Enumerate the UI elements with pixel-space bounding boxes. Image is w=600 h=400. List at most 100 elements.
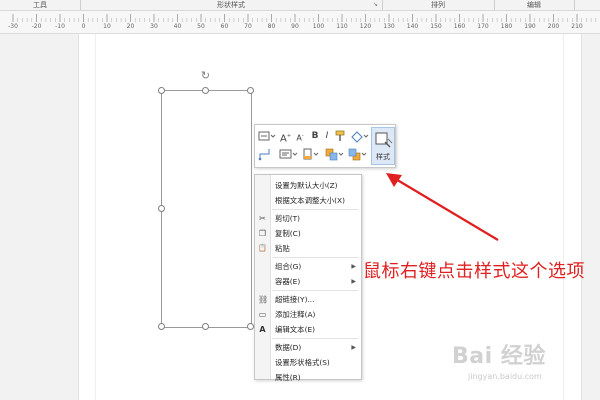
horizontal-ruler[interactable]: -30 -20 -10 0 10 20 30 40 50 60 70 80 90 100 110 120 130… xyxy=(0,11,600,34)
ruler-tick-label: 120 xyxy=(359,23,372,30)
ruler-tick-label: 90 xyxy=(291,23,299,30)
context-menu-item[interactable]: A 编辑文本(E) xyxy=(255,322,361,337)
ruler-tick-label: 200 xyxy=(547,23,560,30)
fill-button[interactable] xyxy=(302,147,322,161)
ruler-tick-label: 110 xyxy=(336,23,348,30)
ruler-tick-label: 40 xyxy=(173,23,182,30)
context-menu-item-label: 编辑文本(E) xyxy=(275,325,315,334)
ruler-tick-label: 190 xyxy=(524,23,536,30)
context-menu-item-label: 设置为默认大小(Z) xyxy=(275,181,338,190)
dialog-launcher-icon[interactable]: ↘ xyxy=(373,2,379,8)
context-menu-item[interactable]: 设置形状格式(S) xyxy=(255,355,361,370)
context-menu-separator xyxy=(272,290,358,291)
resize-handle[interactable] xyxy=(158,323,165,330)
context-menu-item[interactable]: ▭ 添加注释(A) xyxy=(255,307,361,322)
shape-outline-icon xyxy=(351,131,369,143)
context-menu-item[interactable]: 设置为默认大小(Z) xyxy=(255,178,361,193)
context-menu-item-label: 粘贴 xyxy=(275,244,290,253)
bold-button[interactable]: B xyxy=(310,129,320,143)
watermark-logo-text: Bai 经验 xyxy=(452,344,546,369)
font-box-icon xyxy=(258,131,276,141)
selected-rectangle-shape[interactable] xyxy=(161,90,252,328)
ruler-tick-label: 140 xyxy=(406,23,419,30)
text-box-icon xyxy=(279,149,298,159)
copy-icon: ❐ xyxy=(258,229,267,238)
ruler-tick-label: 210 xyxy=(571,23,583,30)
scissors-icon: ✂ xyxy=(259,214,266,223)
ruler-tick-label: -20 xyxy=(31,23,42,30)
context-menu-item-label: 根据文本调整大小(X) xyxy=(275,196,345,205)
rotate-handle-icon[interactable]: ↻ xyxy=(200,70,211,81)
context-menu-item[interactable]: ✂ 剪切(T) xyxy=(255,211,361,226)
text-icon: A xyxy=(259,325,266,334)
watermark-url: jingyan.baidu.com xyxy=(468,372,542,381)
font-selector-button[interactable] xyxy=(258,129,276,143)
context-menu-separator xyxy=(272,257,358,258)
connector-button[interactable] xyxy=(258,147,272,161)
context-menu-item[interactable]: 📋 粘贴 xyxy=(255,241,361,256)
annotation-text: 鼠标右键点击样式这个选项 xyxy=(363,261,585,282)
ruler-tick-label: 0 xyxy=(81,23,86,30)
text-box-button[interactable] xyxy=(279,147,299,161)
connector-icon xyxy=(258,149,270,161)
ruler-tick-label: 180 xyxy=(500,23,513,30)
shrink-font-button[interactable]: A- xyxy=(295,129,305,143)
grow-font-button[interactable]: A+ xyxy=(280,129,291,145)
resize-handle[interactable] xyxy=(202,323,209,330)
resize-handle[interactable] xyxy=(158,87,165,94)
ribbon-group-arrange: 排列 xyxy=(431,1,445,9)
submenu-arrow-icon: ▶ xyxy=(351,278,356,285)
style-button-label: 样式 xyxy=(376,153,390,161)
page-margin-line xyxy=(95,34,96,400)
ribbon-group-edit: 编辑 xyxy=(527,1,541,9)
context-menu-separator xyxy=(272,338,358,339)
context-menu-item-label: 数据(D) xyxy=(275,343,302,352)
annotation-arrow xyxy=(386,173,499,241)
grow-font-label: A xyxy=(280,133,287,145)
context-menu-item-label: 组合(G) xyxy=(275,262,302,271)
context-menu-item[interactable]: 根据文本调整大小(X) xyxy=(255,193,361,208)
context-menu-item[interactable]: 容器(E) ▶ xyxy=(255,274,361,289)
mini-toolbar: A+ A- B I 样式 xyxy=(254,124,396,168)
ruler-tick-label: 160 xyxy=(453,23,466,30)
submenu-arrow-icon: ▶ xyxy=(351,344,356,351)
style-button[interactable]: 样式 xyxy=(371,127,395,165)
ruler-tick-label: 100 xyxy=(312,23,325,30)
submenu-arrow-icon: ▶ xyxy=(351,263,356,270)
context-menu-item-label: 剪切(T) xyxy=(275,214,301,223)
resize-handle[interactable] xyxy=(247,87,254,94)
ribbon-group-shape-styles: 形状样式 xyxy=(217,1,245,9)
ruler-tick-label: 60 xyxy=(220,23,229,30)
send-backward-button[interactable] xyxy=(347,147,369,161)
send-backward-icon xyxy=(348,148,367,161)
ruler-tick-label: 50 xyxy=(197,23,205,30)
resize-handle[interactable] xyxy=(158,205,165,212)
fill-icon xyxy=(303,148,319,160)
context-menu-item-label: 复制(C) xyxy=(275,229,301,238)
ruler-tick-label: -10 xyxy=(55,23,65,30)
resize-handle[interactable] xyxy=(202,87,209,94)
resize-handle[interactable] xyxy=(247,323,254,330)
format-painter-button[interactable] xyxy=(334,129,348,143)
ruler-tick-label: 130 xyxy=(383,23,395,30)
bring-forward-icon xyxy=(325,148,344,161)
context-menu-item-label: 超链接(Y)... xyxy=(275,295,315,304)
context-menu-item[interactable]: 组合(G) ▶ xyxy=(255,259,361,274)
connector-tool-button[interactable] xyxy=(350,129,370,143)
bring-forward-button[interactable] xyxy=(324,147,346,161)
ruler-tick-label: 20 xyxy=(126,23,135,30)
baidu-jingyan-watermark-logo: Bai 经验 xyxy=(452,338,592,369)
hyperlink-icon: ⛓ xyxy=(258,295,269,304)
context-menu-item[interactable]: 数据(D) ▶ xyxy=(255,340,361,355)
context-menu-item-label: 属性(R) xyxy=(275,373,301,382)
context-menu-item[interactable]: ❐ 复制(C) xyxy=(255,226,361,241)
context-menu-item-label: 容器(E) xyxy=(275,277,301,286)
italic-button[interactable]: I xyxy=(322,129,332,143)
context-menu-separator xyxy=(272,209,358,210)
ribbon-group-tools: 工具 xyxy=(33,1,47,9)
context-menu-item-label: 添加注释(A) xyxy=(275,310,316,319)
ruler-tick-label: 80 xyxy=(267,23,276,30)
ruler-tick-label: -30 xyxy=(8,23,18,30)
context-menu-item[interactable]: 属性(R) xyxy=(255,370,361,385)
context-menu-item[interactable]: ⛓ 超链接(Y)... xyxy=(255,292,361,307)
